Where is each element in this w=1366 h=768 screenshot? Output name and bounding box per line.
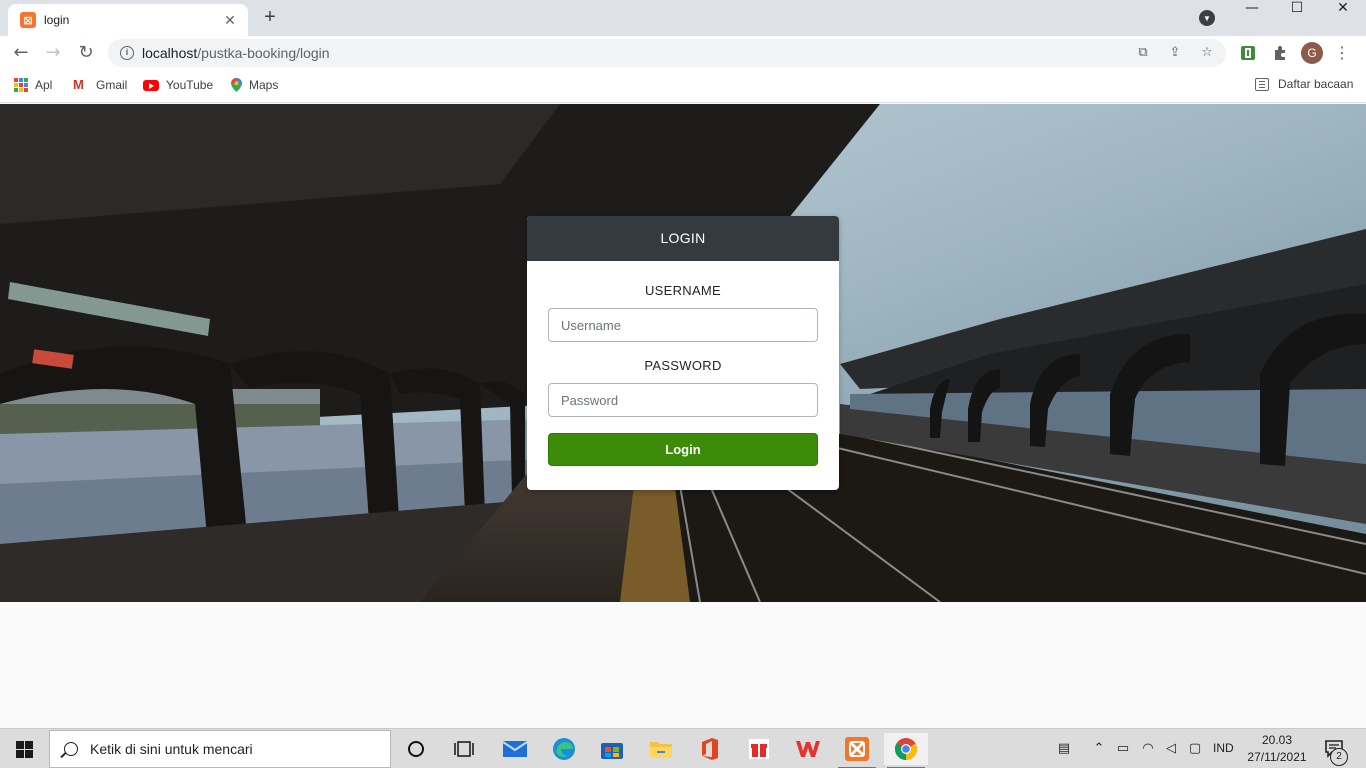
bookmark-star-icon[interactable]: ☆ xyxy=(1199,45,1215,61)
bookmark-youtube[interactable]: YouTube xyxy=(143,77,213,93)
youtube-icon xyxy=(143,79,159,91)
battery-icon[interactable]: ▭ xyxy=(1114,740,1132,758)
xampp-icon[interactable] xyxy=(835,733,879,768)
tab-search-icon[interactable]: ▼ xyxy=(1199,10,1215,26)
bookmark-label: Maps xyxy=(249,78,279,92)
wps-icon[interactable] xyxy=(786,733,830,765)
reading-list[interactable]: Daftar bacaan xyxy=(1255,77,1353,91)
chevron-up-icon[interactable]: ⌃ xyxy=(1090,740,1108,758)
chrome-icon[interactable] xyxy=(884,733,928,768)
notification-count-badge: 2 xyxy=(1330,748,1348,766)
bookmark-label: Gmail xyxy=(96,78,128,92)
bookmark-label: Apl xyxy=(35,78,53,92)
share-icon[interactable]: ⇪ xyxy=(1167,45,1183,61)
edge-icon[interactable] xyxy=(542,733,586,765)
chrome-menu-icon[interactable]: ⋮ xyxy=(1334,42,1350,64)
close-window-button[interactable]: ✕ xyxy=(1320,0,1366,18)
tab-title: login xyxy=(44,13,70,27)
browser-toolbar: ← → ↻ i localhost/pustka-booking/login ⧉… xyxy=(0,36,1366,70)
wifi-icon[interactable]: ◠ xyxy=(1139,740,1157,758)
reload-icon[interactable]: ↻ xyxy=(74,41,98,65)
news-widget-icon[interactable]: ▤ xyxy=(1052,740,1076,758)
input-language[interactable]: IND xyxy=(1213,741,1234,755)
login-card: LOGIN USERNAME PASSWORD Login xyxy=(527,216,839,490)
extension-green-icon[interactable] xyxy=(1240,45,1256,61)
new-tab-button[interactable]: + xyxy=(258,6,282,30)
volume-icon[interactable]: ◁ xyxy=(1162,740,1180,758)
taskbar-search-box[interactable]: Ketik di sini untuk mencari xyxy=(49,730,391,768)
clock-date: 27/11/2021 xyxy=(1247,750,1307,764)
profile-avatar[interactable]: G xyxy=(1301,42,1323,64)
username-input[interactable] xyxy=(548,308,818,342)
start-button[interactable] xyxy=(0,729,48,768)
meet-now-icon[interactable]: ▢ xyxy=(1186,740,1204,758)
bookmark-label: YouTube xyxy=(166,78,214,92)
url-text: localhost/pustka-booking/login xyxy=(142,45,330,61)
bookmark-apps[interactable]: Apl xyxy=(14,77,52,93)
forward-arrow-icon[interactable]: → xyxy=(41,41,65,65)
bookmark-gmail[interactable]: M Gmail xyxy=(73,77,127,93)
login-button[interactable]: Login xyxy=(548,433,818,466)
task-view-icon[interactable] xyxy=(442,733,486,765)
extensions-puzzle-icon[interactable] xyxy=(1272,45,1288,61)
maximize-button[interactable]: ☐ xyxy=(1274,0,1320,18)
gmail-icon: M xyxy=(73,77,84,92)
password-label: PASSWORD xyxy=(644,358,722,373)
taskbar-search-placeholder: Ketik di sini untuk mencari xyxy=(90,741,253,757)
xampp-icon: ⊠ xyxy=(20,12,36,28)
mail-icon[interactable] xyxy=(493,733,537,765)
reading-list-label: Daftar bacaan xyxy=(1278,77,1354,91)
browser-tab[interactable]: ⊠ login ✕ xyxy=(8,4,248,36)
apps-icon xyxy=(14,78,28,92)
gift-icon[interactable] xyxy=(737,733,781,765)
office-icon[interactable] xyxy=(688,733,732,765)
page-background xyxy=(0,602,1366,728)
windows-logo-icon xyxy=(15,740,33,758)
translate-icon[interactable]: ⧉ xyxy=(1135,45,1151,61)
login-card-header: LOGIN xyxy=(527,216,839,261)
back-arrow-icon[interactable]: ← xyxy=(9,41,33,65)
search-icon xyxy=(64,742,78,756)
bookmarks-bar: Apl M Gmail YouTube Maps Daftar bacaan xyxy=(0,70,1366,103)
windows-taskbar: Ketik di sini untuk mencari ▤ ⌃ ▭ ◠ ◁ ▢ … xyxy=(0,728,1366,768)
clock-time: 20.03 xyxy=(1261,733,1293,747)
tab-strip: ⊠ login ✕ + ▼ — ☐ ✕ xyxy=(0,0,1366,36)
site-info-icon[interactable]: i xyxy=(120,46,134,60)
close-tab-icon[interactable]: ✕ xyxy=(222,12,238,29)
cortana-icon[interactable] xyxy=(394,733,438,765)
maps-icon xyxy=(231,78,242,92)
username-label: USERNAME xyxy=(644,283,722,298)
reading-list-icon xyxy=(1255,77,1269,91)
bookmark-maps[interactable]: Maps xyxy=(231,77,278,93)
address-bar[interactable]: i localhost/pustka-booking/login ⧉ ⇪ ☆ xyxy=(108,39,1226,67)
password-input[interactable] xyxy=(548,383,818,417)
file-explorer-icon[interactable] xyxy=(639,733,683,765)
taskbar-clock[interactable]: 20.03 27/11/2021 xyxy=(1243,732,1311,766)
minimize-button[interactable]: — xyxy=(1229,0,1275,18)
store-icon[interactable] xyxy=(590,733,634,765)
